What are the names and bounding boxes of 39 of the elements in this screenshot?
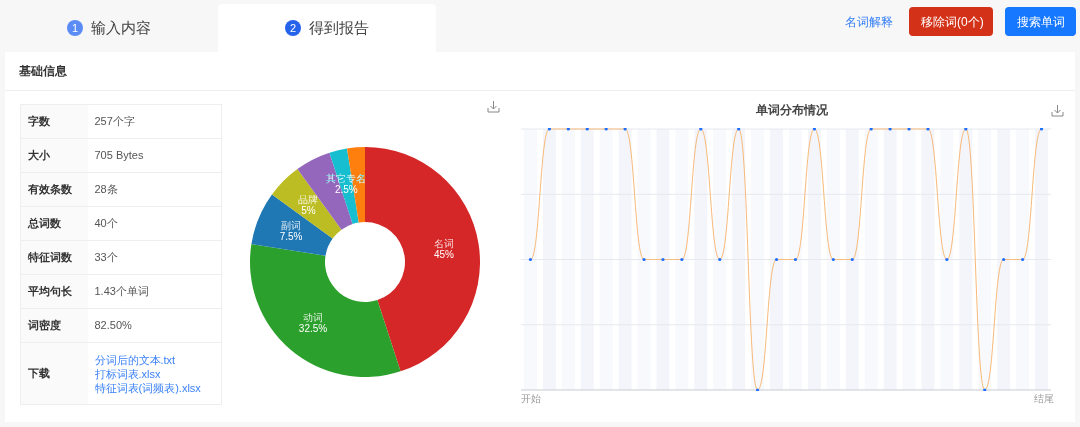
table-value-cell: 705 Bytes (87, 138, 222, 173)
table-value-cell: 82.50% (87, 308, 222, 343)
table-label-cell: 总词数 (20, 206, 88, 241)
table-value-cell: 33个 (87, 240, 222, 275)
step-number: 1 (67, 20, 83, 36)
table-value-cell: 1.43个单词 (87, 274, 222, 309)
glossary-link[interactable]: 名词解释 (845, 12, 893, 31)
slice-value: 5% (301, 205, 316, 217)
download-link[interactable]: 分词后的文本.txt (94, 353, 176, 366)
table-label-cell: 词密度 (20, 308, 88, 343)
slice-label: 品牌 (298, 194, 319, 206)
table-label-cell: 字数 (20, 104, 88, 139)
step-tab[interactable]: 1 输入内容 (0, 4, 218, 52)
table-label-cell: 有效条数 (20, 172, 88, 207)
table-value-cell: 40个 (87, 206, 222, 241)
download-icon[interactable] (1051, 104, 1064, 117)
slice-label: 副词 (281, 220, 302, 232)
download-link[interactable]: 打标词表.xlsx (94, 367, 161, 380)
slice-value: 7.5% (279, 231, 303, 243)
step-tab[interactable]: 2 得到报告 (218, 4, 436, 52)
axis-start-label: 开始 (521, 392, 541, 406)
table-label-cell: 大小 (20, 138, 88, 173)
step-number: 2 (285, 20, 301, 36)
remove-words-button[interactable]: 移除词(0个) (909, 7, 993, 36)
table-label-cell: 平均句长 (20, 274, 88, 309)
table-value-cell: 257个字 (87, 104, 222, 139)
table-label-cell: 下载 (20, 342, 88, 405)
axis-end-label: 结尾 (1034, 392, 1054, 406)
slice-value: 32.5% (298, 322, 328, 334)
download-icon[interactable] (487, 100, 500, 113)
slice-label: 动词 (303, 311, 324, 323)
table-value-cell: 28条 (87, 172, 222, 207)
slice-value: 45% (434, 249, 454, 261)
chart-title: 单词分布情况 (756, 102, 828, 119)
slice-label: 名词 (434, 238, 454, 250)
search-words-button[interactable]: 搜索单词 (1005, 7, 1076, 36)
download-link[interactable]: 特征词表(词频表).xlsx (94, 381, 201, 394)
table-label-cell: 特征词数 (20, 240, 88, 275)
section-title: 基础信息 (19, 63, 67, 80)
